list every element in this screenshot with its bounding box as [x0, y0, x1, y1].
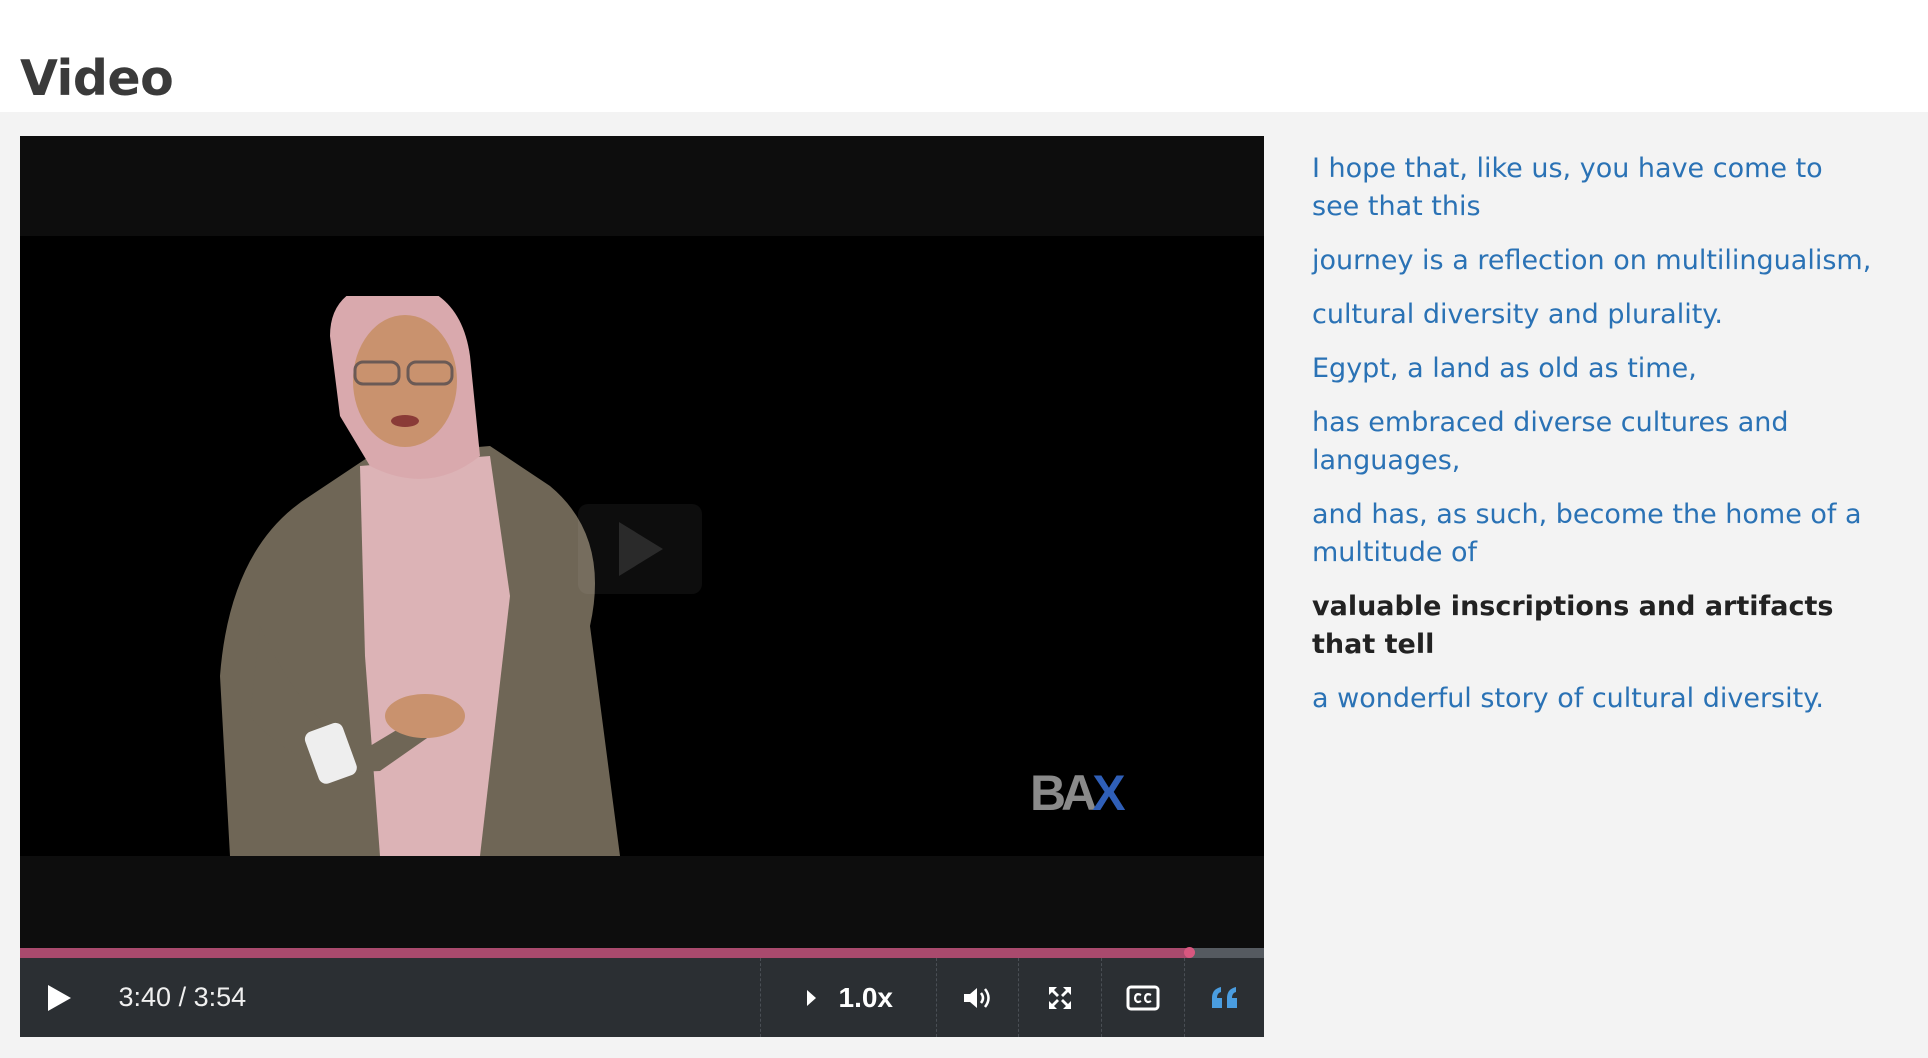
bax-logo-x: X: [1092, 765, 1125, 821]
transcript-panel: I hope that, like us, you have come to s…: [1312, 150, 1878, 734]
transcript-line[interactable]: cultural diversity and plurality.: [1312, 296, 1878, 334]
transcript-line[interactable]: and has, as such, become the home of a m…: [1312, 496, 1878, 572]
progress-handle[interactable]: [1184, 947, 1196, 958]
fullscreen-icon: [1048, 986, 1071, 1009]
closed-captions-icon: [1126, 985, 1160, 1010]
time-display: 3:40 / 3:54: [118, 982, 247, 1012]
speed-button[interactable]: 1.0x: [761, 958, 936, 1037]
transcript-line[interactable]: has embraced diverse cultures and langua…: [1312, 404, 1878, 480]
transcript-toggle-button[interactable]: [1185, 958, 1264, 1037]
volume-icon: [964, 987, 991, 1008]
letterbox-top: [20, 136, 1264, 236]
transcript-line[interactable]: a wonderful story of cultural diversity.: [1312, 680, 1878, 718]
transcript-line[interactable]: I hope that, like us, you have come to s…: [1312, 150, 1878, 226]
chevron-right-icon: [806, 989, 816, 1006]
quote-icon: [1211, 986, 1237, 1008]
closed-captions-button[interactable]: [1102, 958, 1184, 1037]
play-icon: [48, 984, 72, 1011]
video-controls: 3:40 / 3:54 1.0x: [20, 958, 1264, 1037]
page-title: Video: [20, 50, 174, 107]
fullscreen-button[interactable]: [1019, 958, 1101, 1037]
speed-label: 1.0x: [838, 981, 894, 1013]
progress-fill: [20, 948, 1190, 958]
transcript-line[interactable]: journey is a reflection on multilinguali…: [1312, 242, 1878, 280]
center-play-button[interactable]: [578, 504, 702, 594]
transcript-line[interactable]: Egypt, a land as old as time,: [1312, 350, 1878, 388]
play-icon: [619, 522, 663, 576]
bax-logo-letters: BA: [1030, 765, 1097, 821]
play-button[interactable]: [20, 958, 99, 1037]
progress-bar[interactable]: [20, 947, 1264, 958]
volume-button[interactable]: [937, 958, 1017, 1037]
transcript-line-active[interactable]: valuable inscriptions and artifacts that…: [1312, 588, 1878, 664]
video-player[interactable]: BAX 3:40 / 3:54 1.0x: [20, 136, 1264, 1037]
bax-logo: BAX: [1030, 764, 1126, 822]
